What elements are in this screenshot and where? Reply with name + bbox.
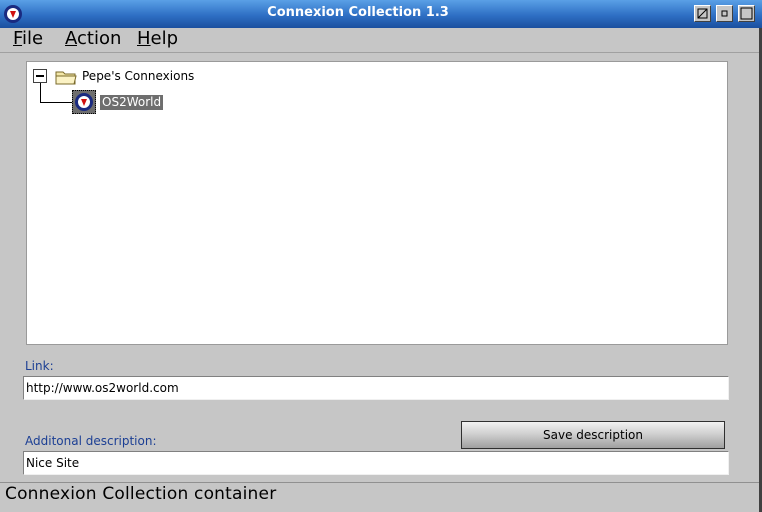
status-bar-text: Connexion Collection container	[5, 484, 277, 504]
tree-item-os2world[interactable]	[72, 90, 96, 114]
menu-help-accel: H	[137, 28, 151, 49]
globe-link-icon	[75, 93, 93, 111]
maximize-button[interactable]	[738, 5, 755, 22]
minimize-button[interactable]	[694, 5, 711, 22]
title-bar[interactable]: Connexion Collection 1.3	[0, 0, 762, 28]
menu-action-label: ction	[77, 28, 122, 49]
connexion-app-icon[interactable]	[3, 4, 23, 24]
maximize-icon	[740, 7, 753, 20]
menu-file-accel: F	[13, 28, 23, 49]
save-description-button[interactable]: Save description	[461, 421, 725, 449]
menu-help-label: elp	[150, 28, 179, 49]
menu-file-label: ile	[22, 28, 44, 49]
status-separator	[0, 482, 762, 483]
tree-connector-horizontal	[40, 102, 72, 103]
main-window: Connexion Collection 1.3 File Action Hel…	[0, 0, 762, 512]
menu-action-accel: A	[65, 28, 77, 49]
restore-button[interactable]	[716, 5, 733, 22]
tree-root-label[interactable]: Pepe's Connexions	[82, 69, 194, 83]
collapse-toggle[interactable]	[33, 69, 47, 83]
description-input[interactable]	[23, 451, 729, 475]
connexion-tree[interactable]: Pepe's Connexions OS2World	[26, 61, 728, 345]
menu-bar: File Action Help	[0, 28, 762, 53]
tree-connector-vertical	[40, 83, 41, 103]
folder-icon	[55, 71, 77, 85]
tree-item-label[interactable]: OS2World	[100, 95, 164, 110]
link-label: Link:	[25, 359, 54, 373]
menu-file[interactable]: File	[13, 28, 43, 50]
menu-help[interactable]: Help	[137, 28, 178, 50]
window-title: Connexion Collection 1.3	[267, 5, 449, 20]
restore-icon	[721, 10, 728, 17]
minimize-icon	[697, 8, 708, 19]
link-input[interactable]	[23, 376, 729, 400]
description-label: Additonal description:	[25, 434, 157, 448]
menu-action[interactable]: Action	[65, 28, 121, 50]
